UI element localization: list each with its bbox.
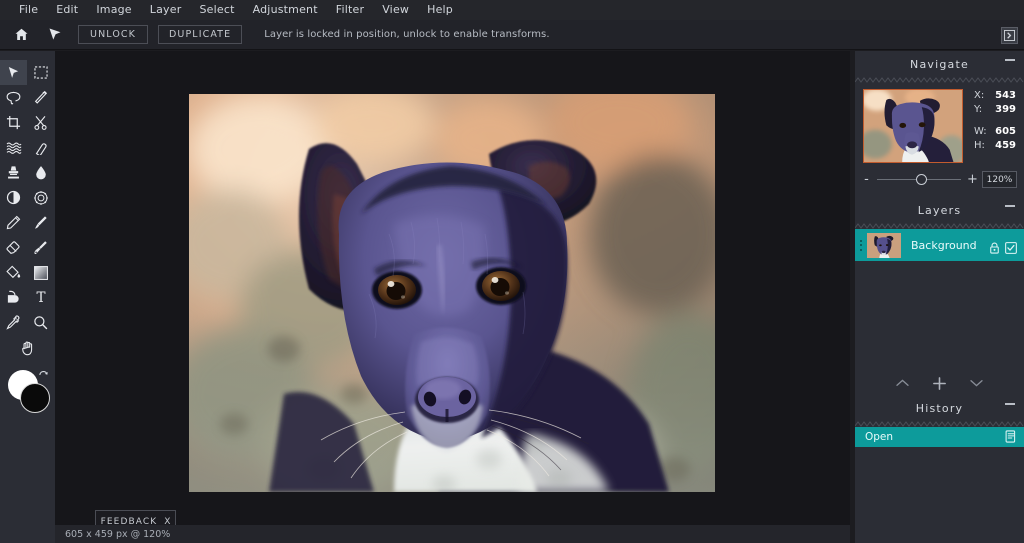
menu-item-help[interactable]: Help [418,0,462,20]
gradient-square-icon[interactable] [27,260,54,285]
move-tool[interactable] [0,60,27,85]
water-drop-icon[interactable] [27,160,54,185]
photo-editor-app: File Edit Image Layer Select Adjustment … [0,0,1024,543]
canvas-image-dog-portrait[interactable] [189,94,715,492]
layers-toolbar [855,371,1024,395]
hand-tool[interactable] [0,335,55,360]
navigate-minimize-icon[interactable] [1005,59,1015,61]
layer-status-icons [989,239,1017,258]
crop-tool[interactable] [0,110,27,135]
table-row[interactable]: Background [855,229,1024,261]
eyedropper-icon[interactable] [0,310,27,335]
gear-circle-icon[interactable] [27,185,54,210]
history-minimize-icon[interactable] [1005,403,1015,405]
move-layer-up-button[interactable] [895,378,910,388]
marquee-select-tool[interactable] [27,60,54,85]
zoom-control-row: - + 120% [855,163,1024,197]
eraser-icon[interactable] [0,235,27,260]
color-swatches [0,366,55,426]
navigate-panel-header: Navigate [855,51,1024,77]
zoom-slider-handle[interactable] [915,174,927,185]
layer-drag-handle-icon[interactable] [855,239,867,251]
layers-panel-header: Layers [855,197,1024,223]
coord-y-value: 399 [995,104,1016,115]
stamp-icon[interactable] [0,160,27,185]
layer-lock-status-text: Layer is locked in position, unlock to e… [264,29,550,40]
coord-y-row: Y: 399 [974,103,1016,117]
teardrop-brush-icon[interactable] [27,135,54,160]
move-layer-down-button[interactable] [969,378,984,388]
size-h-row: H: 459 [974,139,1016,153]
menu-item-filter[interactable]: Filter [327,0,373,20]
pen-icon[interactable] [0,210,27,235]
panel-collapse-icon[interactable] [1001,27,1018,44]
size-h-label: H: [974,140,985,151]
duplicate-button[interactable]: DUPLICATE [158,25,243,44]
navigate-panel-body: X: 543 Y: 399 W: 605 H: 459 [855,83,1024,163]
move-cursor-icon[interactable] [42,22,68,48]
lasso-tool[interactable] [0,85,27,110]
size-h-value: 459 [995,140,1016,151]
text-t-icon[interactable]: T [27,285,54,310]
checkbox-checked-icon[interactable] [1005,239,1017,258]
add-layer-button[interactable] [932,376,947,391]
zoom-level-field[interactable]: 120% [982,171,1017,188]
menu-item-adjustment[interactable]: Adjustment [244,0,327,20]
zoom-out-button[interactable]: - [862,172,871,187]
navigate-panel-title: Navigate [910,57,969,71]
size-w-row: W: 605 [974,125,1016,139]
paint-bucket-icon[interactable] [0,260,27,285]
layers-empty-area[interactable] [855,261,1024,371]
navigator-thumbnail[interactable] [863,89,963,163]
paintbrush-icon[interactable] [27,210,54,235]
options-bar: UNLOCK DUPLICATE Layer is locked in posi… [0,20,1024,50]
history-panel-header: History [855,395,1024,421]
tool-palette: T [0,51,55,543]
brush-icon[interactable] [27,235,54,260]
list-item[interactable]: Open [855,427,1024,447]
unlock-button[interactable]: UNLOCK [78,25,148,44]
coord-spacer [974,117,1016,125]
right-panel-stack: Navigate X: 543 Y: 399 W: 605 H: 459 - +… [855,51,1024,543]
wave-lines-icon[interactable] [0,135,27,160]
canvas-workspace[interactable]: FEEDBACK X 605 x 459 px @ 120% [55,51,850,543]
menu-item-file[interactable]: File [10,0,47,20]
lock-icon[interactable] [989,239,1000,258]
coord-x-label: X: [974,90,985,101]
history-item-label: Open [865,431,894,443]
zoom-slider[interactable] [877,174,961,186]
menu-item-image[interactable]: Image [87,0,140,20]
layers-panel-title: Layers [917,203,962,217]
home-icon[interactable] [8,22,34,48]
magic-wand-tool[interactable] [27,85,54,110]
magnifier-icon[interactable] [27,310,54,335]
scissors-icon[interactable] [27,110,54,135]
image-dimensions-status: 605 x 459 px @ 120% [65,528,171,540]
menu-item-layer[interactable]: Layer [141,0,191,20]
coord-y-label: Y: [974,104,983,115]
rounded-shape-icon[interactable] [0,285,27,310]
swap-colors-icon[interactable] [38,367,49,386]
menu-item-edit[interactable]: Edit [47,0,87,20]
coord-x-row: X: 543 [974,89,1016,103]
coord-x-value: 543 [995,90,1016,101]
size-w-value: 605 [995,126,1016,137]
status-bar: 605 x 459 px @ 120% [55,525,850,543]
background-color-swatch[interactable] [20,383,50,413]
history-panel-title: History [915,401,964,415]
menu-bar: File Edit Image Layer Select Adjustment … [0,0,1024,20]
layer-thumbnail [867,232,901,258]
document-icon [1005,428,1017,447]
navigator-coordinates: X: 543 Y: 399 W: 605 H: 459 [963,89,1016,163]
zoom-in-button[interactable]: + [967,172,978,187]
menu-item-view[interactable]: View [373,0,418,20]
svg-text:T: T [36,290,45,305]
menu-item-select[interactable]: Select [190,0,243,20]
half-circle-icon[interactable] [0,185,27,210]
layers-minimize-icon[interactable] [1005,205,1015,207]
size-w-label: W: [974,126,987,137]
